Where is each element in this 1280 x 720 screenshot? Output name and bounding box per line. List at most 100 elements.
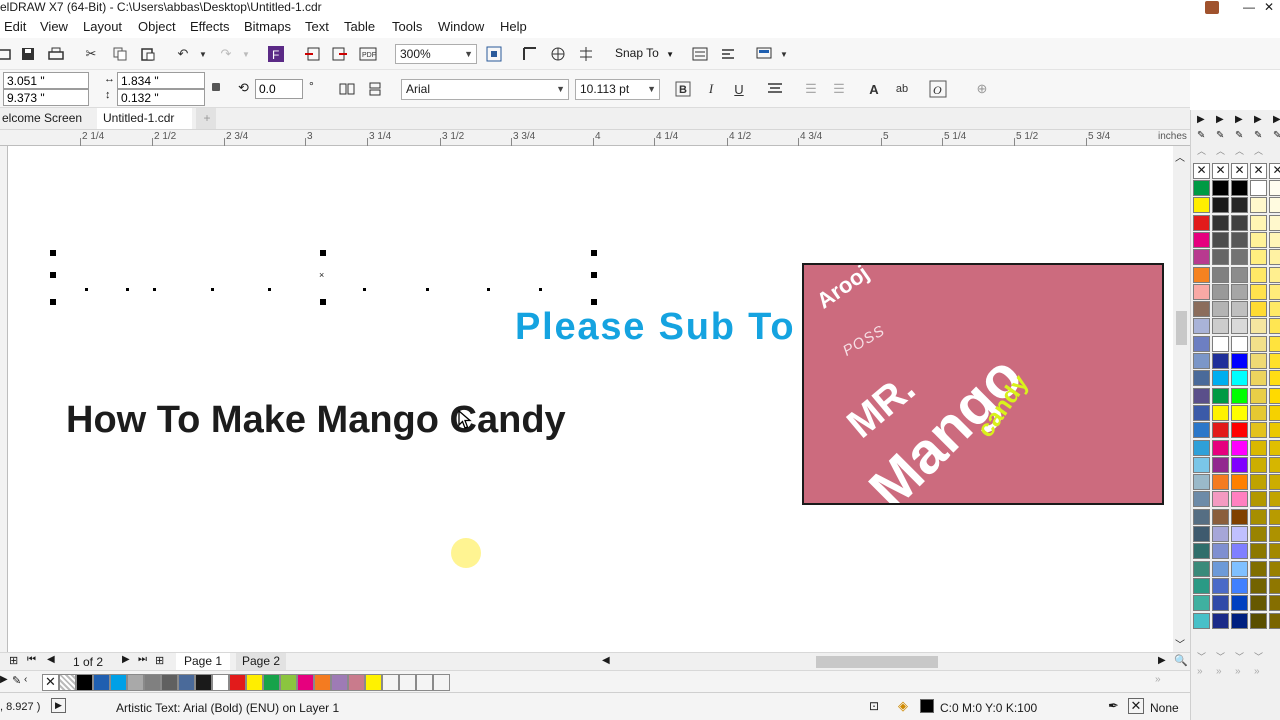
color-swatch[interactable] [280, 674, 297, 691]
palette-color-swatch[interactable] [1250, 560, 1267, 577]
palette-arrow-icon[interactable]: ▶ [1273, 114, 1280, 125]
opentype-icon[interactable]: O [928, 79, 948, 99]
palette-color-swatch[interactable] [1231, 543, 1248, 560]
palette-color-swatch[interactable] [1250, 231, 1267, 248]
undo-dropdown-icon[interactable]: ▼ [193, 44, 213, 64]
palette-color-swatch[interactable] [1212, 577, 1229, 594]
palette-color-swatch[interactable] [1231, 318, 1248, 335]
menu-layout[interactable]: Layout [83, 19, 122, 35]
palette-color-swatch[interactable] [1193, 231, 1210, 248]
color-swatch[interactable] [59, 674, 76, 691]
selection-handle[interactable] [50, 272, 56, 278]
palette-color-swatch[interactable] [1212, 283, 1229, 300]
selection-handle[interactable] [591, 272, 597, 278]
palette-scroll-down-icon[interactable]: ﹀ [1235, 650, 1244, 663]
color-swatch[interactable] [297, 674, 314, 691]
palette-color-swatch[interactable] [1250, 283, 1267, 300]
headline-text[interactable]: How To Make Mango Candy [66, 399, 566, 442]
menu-help[interactable]: Help [500, 19, 527, 35]
palette-color-swatch[interactable] [1269, 353, 1280, 369]
color-swatch[interactable] [348, 674, 365, 691]
palette-color-swatch[interactable] [1269, 197, 1280, 214]
palette-color-swatch[interactable] [1250, 214, 1267, 231]
rotation-angle-field[interactable] [255, 79, 303, 99]
palette-color-swatch[interactable] [1231, 422, 1248, 439]
color-swatch[interactable] [178, 674, 195, 691]
palette-color-swatch[interactable] [1231, 214, 1248, 231]
palette-arrow-icon[interactable]: ▶ [0, 674, 8, 685]
align-guides-icon[interactable] [718, 44, 738, 64]
palette-color-swatch[interactable] [1269, 249, 1280, 266]
palette-color-swatch[interactable] [1269, 612, 1280, 629]
selection-handle[interactable] [320, 250, 326, 256]
palette-color-swatch[interactable] [1250, 197, 1267, 214]
palette-color-swatch[interactable] [1212, 214, 1229, 231]
palette-color-swatch[interactable] [1193, 335, 1210, 352]
palette-color-swatch[interactable] [1193, 214, 1210, 231]
fill-color-swatch[interactable] [920, 699, 934, 713]
eyedropper-icon[interactable]: ✎ [1273, 130, 1280, 141]
color-swatch[interactable] [263, 674, 280, 691]
palette-color-swatch[interactable] [1193, 474, 1210, 491]
palette-color-swatch[interactable] [1250, 404, 1267, 421]
palette-color-swatch[interactable] [1250, 526, 1267, 542]
palette-color-swatch[interactable] [1193, 508, 1210, 525]
guidelines-icon[interactable] [576, 44, 596, 64]
menu-effects[interactable]: Effects [190, 19, 230, 35]
close-button[interactable]: ✕ [1258, 0, 1280, 16]
mirror-horizontal-icon[interactable] [337, 79, 357, 99]
user-avatar-icon[interactable] [1205, 1, 1219, 14]
palette-color-swatch[interactable] [1269, 301, 1280, 318]
palette-color-swatch[interactable] [1193, 370, 1210, 387]
palette-color-swatch[interactable] [1193, 612, 1210, 629]
palette-color-swatch[interactable] [1269, 231, 1280, 248]
palette-color-swatch[interactable] [1231, 266, 1248, 283]
selection-handle[interactable] [591, 299, 597, 305]
no-color-swatch[interactable]: ✕ [1231, 163, 1248, 179]
palette-color-swatch[interactable] [1193, 266, 1210, 283]
no-color-swatch[interactable]: ✕ [42, 674, 59, 691]
palette-color-swatch[interactable] [1212, 180, 1229, 196]
palette-color-swatch[interactable] [1212, 439, 1229, 456]
prev-page-icon[interactable]: ◀ [47, 654, 55, 665]
page-tab-1[interactable]: Page 1 [176, 653, 231, 670]
save-icon[interactable] [18, 44, 38, 64]
palette-color-swatch[interactable] [1193, 577, 1210, 594]
palette-color-swatch[interactable] [1212, 595, 1229, 612]
scroll-right-icon[interactable]: ▶ [1158, 655, 1166, 666]
palette-color-swatch[interactable] [1231, 508, 1248, 525]
palette-color-swatch[interactable] [1269, 180, 1280, 196]
palette-color-swatch[interactable] [1250, 474, 1267, 491]
palette-collapse-icon[interactable]: ︿ [1254, 144, 1263, 157]
palette-color-swatch[interactable] [1231, 526, 1248, 542]
palette-scroll-down-icon[interactable]: ﹀ [1216, 650, 1225, 663]
palette-color-swatch[interactable] [1193, 197, 1210, 214]
palette-expand-icon[interactable]: » [1235, 666, 1241, 677]
menu-edit[interactable]: Edit [4, 19, 26, 35]
palette-color-swatch[interactable] [1193, 301, 1210, 318]
menu-window[interactable]: Window [438, 19, 484, 35]
palette-color-swatch[interactable] [1231, 404, 1248, 421]
tab-welcome-screen[interactable]: elcome Screen [0, 108, 95, 129]
bold-icon[interactable]: B [673, 79, 693, 99]
palette-color-swatch[interactable] [1193, 353, 1210, 369]
palette-color-swatch[interactable] [1269, 595, 1280, 612]
zoom-level-dropdown[interactable]: 300% ▼ [395, 44, 477, 64]
palette-color-swatch[interactable] [1212, 422, 1229, 439]
palette-color-swatch[interactable] [1269, 266, 1280, 283]
palette-color-swatch[interactable] [1231, 231, 1248, 248]
fill-bucket-icon[interactable]: ◈ [898, 698, 908, 714]
underline-icon[interactable]: U [729, 79, 749, 99]
palette-color-swatch[interactable] [1212, 301, 1229, 318]
palette-color-swatch[interactable] [1250, 491, 1267, 508]
palette-color-swatch[interactable] [1212, 318, 1229, 335]
palette-color-swatch[interactable] [1193, 543, 1210, 560]
palette-color-swatch[interactable] [1231, 612, 1248, 629]
zoom-navigator-icon[interactable]: 🔍 [1174, 654, 1188, 667]
palette-color-swatch[interactable] [1250, 249, 1267, 266]
palette-color-swatch[interactable] [1250, 577, 1267, 594]
palette-expand-icon[interactable]: » [1216, 666, 1222, 677]
palette-color-swatch[interactable] [1193, 387, 1210, 404]
import-icon[interactable] [302, 44, 322, 64]
palette-color-swatch[interactable] [1193, 526, 1210, 542]
